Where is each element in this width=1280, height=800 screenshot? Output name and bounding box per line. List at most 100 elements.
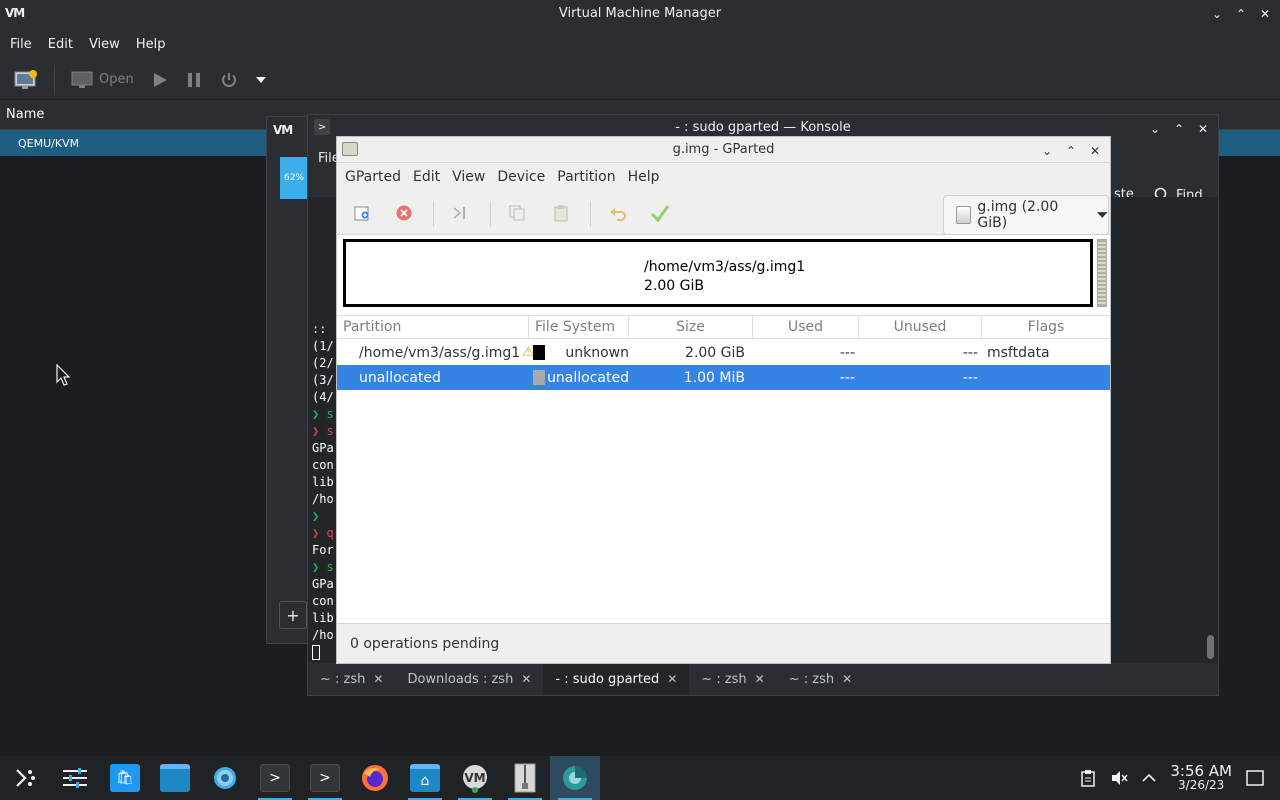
toolbar-separator bbox=[433, 201, 434, 227]
column-unused[interactable]: Unused bbox=[859, 316, 982, 338]
clipboard-icon[interactable] bbox=[1080, 769, 1096, 787]
gparted-menu-edit[interactable]: Edit bbox=[407, 169, 446, 185]
undo-button[interactable] bbox=[608, 203, 628, 223]
close-icon[interactable]: ✕ bbox=[1194, 119, 1212, 139]
delete-icon bbox=[396, 205, 412, 221]
pause-button[interactable] bbox=[180, 65, 208, 95]
apply-button[interactable] bbox=[650, 203, 670, 223]
close-icon[interactable]: ✕ bbox=[1086, 141, 1104, 161]
clock[interactable]: 3:56 AM 3/26/23 bbox=[1170, 762, 1232, 793]
disk-icon bbox=[956, 206, 972, 224]
new-vm-button[interactable] bbox=[8, 65, 44, 95]
taskbar-discover[interactable]: 🛍 bbox=[100, 756, 150, 800]
archive-icon bbox=[514, 763, 536, 793]
shutdown-button[interactable] bbox=[214, 65, 244, 95]
row-file-system: unallocated bbox=[529, 370, 629, 386]
resize-move-button[interactable] bbox=[450, 203, 470, 223]
volume-muted-icon[interactable] bbox=[1110, 769, 1128, 787]
close-tab-icon[interactable]: ✕ bbox=[842, 672, 852, 686]
app-launcher-button[interactable] bbox=[0, 756, 50, 800]
delete-partition-button[interactable] bbox=[394, 203, 414, 223]
device-selector[interactable]: g.img (2.00 GiB) bbox=[943, 195, 1109, 235]
row-size: 2.00 GiB bbox=[685, 344, 745, 361]
show-desktop-icon[interactable] bbox=[1246, 770, 1264, 786]
toolbar-separator bbox=[590, 201, 591, 227]
vmm-menu-view[interactable]: View bbox=[81, 37, 128, 52]
new-partition-button[interactable] bbox=[352, 203, 372, 223]
run-button[interactable] bbox=[146, 65, 174, 95]
taskbar-virt-manager[interactable]: VM bbox=[450, 756, 500, 800]
add-button[interactable]: + bbox=[279, 601, 307, 629]
tab-zsh-downloads[interactable]: Downloads : zsh ✕ bbox=[395, 663, 543, 695]
vmm-menu-edit[interactable]: Edit bbox=[40, 37, 81, 52]
close-tab-icon[interactable]: ✕ bbox=[667, 672, 677, 686]
close-tab-icon[interactable]: ✕ bbox=[521, 672, 531, 686]
tab-label: ~ : zsh bbox=[788, 671, 835, 687]
gparted-menu-gparted[interactable]: GParted bbox=[339, 169, 407, 185]
close-tab-icon[interactable]: ✕ bbox=[373, 672, 383, 686]
column-used[interactable]: Used bbox=[753, 316, 859, 338]
terminal-scrollbar[interactable] bbox=[1207, 635, 1214, 659]
chevron-up-icon[interactable] bbox=[1142, 773, 1156, 783]
gparted-menu-help[interactable]: Help bbox=[622, 169, 666, 185]
close-tab-icon[interactable]: ✕ bbox=[755, 672, 765, 686]
tab-zsh-home-2[interactable]: ~ : zsh ✕ bbox=[689, 663, 776, 695]
taskbar-system-settings-sliders[interactable] bbox=[50, 756, 100, 800]
resize-icon bbox=[453, 207, 465, 219]
minimize-icon[interactable]: ⌄ bbox=[1146, 119, 1164, 139]
checkmark-icon bbox=[650, 205, 670, 223]
tab-sudo-gparted[interactable]: - : sudo gparted ✕ bbox=[543, 663, 690, 695]
row-flags: msftdata bbox=[987, 344, 1050, 361]
close-icon[interactable]: ✕ bbox=[1256, 4, 1274, 24]
clock-time: 3:56 AM bbox=[1170, 762, 1232, 780]
taskbar-firefox[interactable] bbox=[350, 756, 400, 800]
tab-zsh-home[interactable]: ~ : zsh ✕ bbox=[308, 663, 395, 695]
monitor-icon bbox=[71, 71, 93, 88]
vmm-menu-help[interactable]: Help bbox=[128, 37, 174, 52]
column-size[interactable]: Size bbox=[629, 316, 753, 338]
copy-button[interactable] bbox=[507, 203, 527, 223]
taskbar-konsole-2[interactable]: > bbox=[300, 756, 350, 800]
fs-label: unallocated bbox=[547, 369, 629, 386]
row-partition: unallocated bbox=[359, 369, 441, 386]
open-button[interactable]: Open bbox=[65, 65, 140, 95]
caret-down-icon bbox=[255, 76, 266, 83]
paste-icon bbox=[554, 205, 568, 222]
vmm-titlebar[interactable]: VM Virtual Machine Manager ⌄ ⌃ ✕ bbox=[0, 0, 1280, 28]
taskbar-archive[interactable] bbox=[500, 756, 550, 800]
maximize-icon[interactable]: ⌃ bbox=[1170, 119, 1188, 139]
shutdown-menu-button[interactable] bbox=[250, 65, 272, 95]
row-unused: --- bbox=[962, 344, 978, 361]
row-size: 1.00 MiB bbox=[683, 369, 745, 386]
paste-button[interactable] bbox=[551, 203, 571, 223]
minimize-icon[interactable]: ⌄ bbox=[1208, 4, 1226, 24]
tab-label: Downloads : zsh bbox=[407, 671, 514, 687]
mouse-pointer-icon bbox=[56, 364, 70, 386]
taskbar-settings[interactable] bbox=[200, 756, 250, 800]
maximize-icon[interactable]: ⌃ bbox=[1232, 4, 1250, 24]
gparted-titlebar[interactable]: g.img - GParted ⌄ ⌃ ✕ bbox=[337, 137, 1110, 163]
fs-color-swatch bbox=[533, 370, 546, 385]
gparted-menu-device[interactable]: Device bbox=[491, 169, 551, 185]
gparted-menu-partition[interactable]: Partition bbox=[551, 169, 621, 185]
taskbar-gparted[interactable] bbox=[550, 756, 600, 800]
column-file-system[interactable]: File System bbox=[529, 316, 629, 338]
table-row[interactable]: /home/vm3/ass/g.img1 ⚠ unknown 2.00 GiB … bbox=[337, 340, 1110, 365]
taskbar-konsole-1[interactable]: > bbox=[250, 756, 300, 800]
maximize-icon[interactable]: ⌃ bbox=[1062, 141, 1080, 161]
gparted-menu-view[interactable]: View bbox=[446, 169, 491, 185]
tab-zsh-home-3[interactable]: ~ : zsh ✕ bbox=[777, 663, 864, 695]
column-partition[interactable]: Partition bbox=[337, 316, 529, 338]
new-partition-icon bbox=[354, 206, 369, 221]
row-unused: --- bbox=[962, 369, 978, 386]
disk-map[interactable]: /home/vm3/ass/g.img1 2.00 GiB bbox=[343, 239, 1093, 307]
column-flags[interactable]: Flags bbox=[982, 316, 1110, 338]
taskbar-dolphin-open[interactable]: ⌂ bbox=[400, 756, 450, 800]
taskbar-dolphin[interactable] bbox=[150, 756, 200, 800]
table-row[interactable]: unallocated unallocated 1.00 MiB --- --- bbox=[337, 365, 1110, 390]
unallocated-map-segment[interactable] bbox=[1097, 239, 1107, 307]
minimize-icon[interactable]: ⌄ bbox=[1038, 141, 1056, 161]
vmm-menu-file[interactable]: File bbox=[2, 37, 40, 52]
undo-icon bbox=[610, 208, 626, 221]
gparted-icon bbox=[563, 766, 587, 790]
